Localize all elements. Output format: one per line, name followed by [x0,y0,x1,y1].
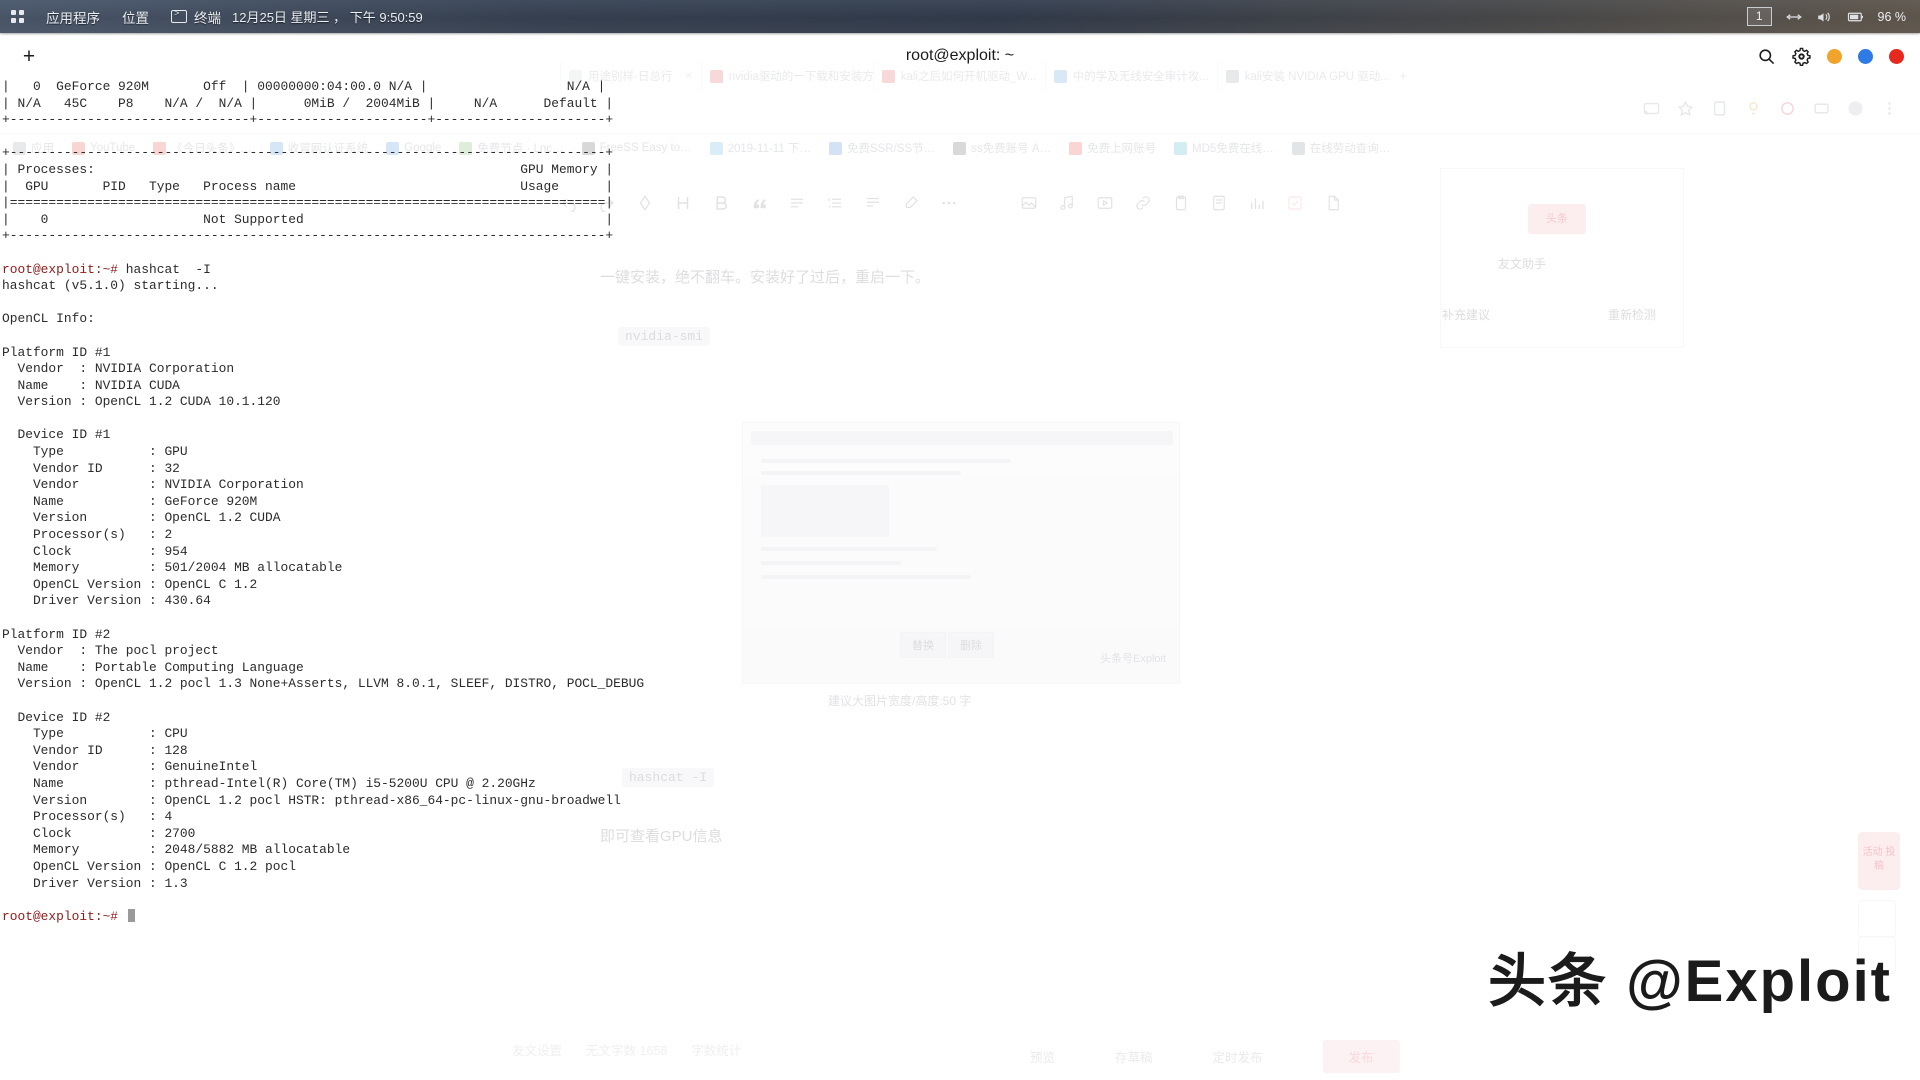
terminal-line: Processor(s) : 4 [2,809,173,825]
terminal-line: Type : CPU [2,726,188,742]
menu-places[interactable]: 位置 [111,0,160,33]
terminal-line: OpenCL Version : OpenCL C 1.2 pocl [2,858,296,874]
terminal-line: | 0 GeForce 920M Off | 00000000:04:00.0 … [2,79,606,94]
grid-icon [11,10,24,23]
terminal-line: Version : OpenCL 1.2 pocl HSTR: pthread-… [2,792,621,808]
terminal-line: | 0 Not Supported | [2,211,614,227]
terminal-line: Vendor : NVIDIA Corporation [2,361,235,377]
terminal-line: Vendor : GenuineIntel [2,759,258,775]
terminal-line: Device ID #1 [2,427,111,443]
terminal-line: Version : OpenCL 1.2 pocl 1.3 None+Asser… [2,676,645,692]
terminal-line: Name : NVIDIA CUDA [2,377,180,393]
menu-applications[interactable]: 应用程序 [35,0,111,33]
terminal-window: + root@exploit: ~ | 0 GeForce 920M Off |… [0,33,1920,1080]
shell-prompt: root@exploit:~# [2,908,119,924]
volume-icon[interactable] [1816,10,1834,24]
terminal-line: | N/A 45C P8 N/A / N/A | 0MiB / 2004MiB … [2,95,614,111]
terminal-line: Version : OpenCL 1.2 CUDA 10.1.120 [2,394,281,410]
terminal-line: OpenCL Info: [2,311,95,327]
terminal-line: Version : OpenCL 1.2 CUDA [2,510,281,526]
terminal-line: Driver Version : 1.3 [2,875,188,891]
panel-left-group: 应用程序 位置 终端 [0,0,232,33]
terminal-line: Platform ID #2 [2,626,111,642]
terminal-line: Vendor ID : 32 [2,460,180,476]
screen-root: 用途别样·日总行✕nvidia驱动的一下载和安装方法✕kali之后如何开机驱动_… [0,0,1920,1080]
menu-applications-label: 应用程序 [46,10,100,26]
terminal-line: Platform ID #1 [2,344,111,360]
desktop-top-panel: 应用程序 位置 终端 12月25日 星期三 ， 下午 9:50:59 1 96 … [0,0,1920,33]
terminal-line: | GPU PID Type Process name Usage | [2,178,614,194]
menu-places-label: 位置 [122,10,149,26]
terminal-title-bar[interactable]: + root@exploit: ~ [0,33,1920,79]
terminal-line: Vendor : The pocl project [2,643,219,659]
terminal-line: root@exploit:~# [2,908,1920,926]
terminal-line: Vendor ID : 128 [2,742,188,758]
terminal-line: Driver Version : 430.64 [2,593,211,609]
shell-prompt: root@exploit:~# [2,261,119,277]
battery-icon[interactable] [1847,10,1865,24]
terminal-cursor [127,908,135,922]
terminal-line: Device ID #2 [2,709,111,725]
workspace-indicator[interactable]: 1 [1746,7,1772,26]
terminal-output[interactable]: | 0 GeForce 920M Off | 00000000:04:00.0 … [0,79,1920,1080]
terminal-line: Memory : 501/2004 MB allocatable [2,560,343,576]
terminal-line: OpenCL Version : OpenCL C 1.2 [2,576,258,592]
terminal-line: Vendor : NVIDIA Corporation [2,477,304,493]
terminal-line: Name : Portable Computing Language [2,659,304,675]
activities-button[interactable] [0,0,35,33]
terminal-line: Processor(s) : 2 [2,527,173,543]
terminal-line: |=======================================… [2,195,614,211]
battery-level: 96 % [1877,9,1907,24]
terminal-line: hashcat (v5.1.0) starting... [2,278,219,294]
terminal-line: root@exploit:~# hashcat -I [2,261,211,277]
terminal-line: +---------------------------------------… [2,228,614,244]
terminal-line: Memory : 2048/5882 MB allocatable [2,842,351,858]
terminal-line: Clock : 954 [2,543,188,559]
terminal-line: +-------------------------------+-------… [2,112,614,128]
terminal-title: root@exploit: ~ [905,47,1015,64]
panel-status-area: 1 96 % [1746,7,1920,26]
taskbar-terminal[interactable]: 终端 [160,0,232,33]
terminal-line: Name : GeForce 920M [2,493,258,509]
taskbar-terminal-label: 终端 [194,10,221,26]
terminal-line: | Processes: GPU Memory | [2,161,614,177]
terminal-line: Name : pthread-Intel(R) Core(TM) i5-5200… [2,775,536,791]
terminal-icon [171,9,187,23]
terminal-line: Type : GPU [2,444,188,460]
terminal-line: Clock : 2700 [2,825,196,841]
network-icon[interactable] [1785,10,1803,24]
terminal-line: +---------------------------------------… [2,145,614,161]
panel-clock: 12月25日 星期三 ， 下午 9:50:59 [232,10,423,25]
